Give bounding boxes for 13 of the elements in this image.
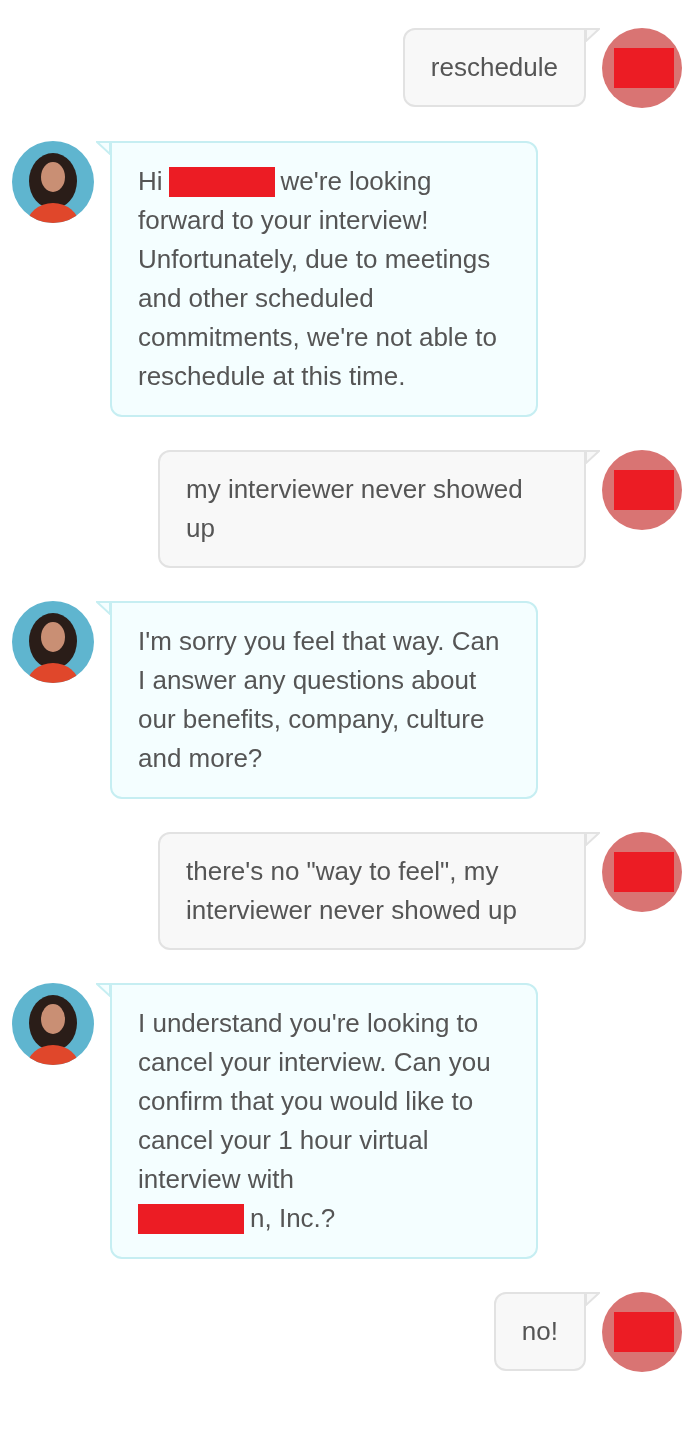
message-text: there's no "way to feel", my interviewer never showed up <box>186 855 518 927</box>
redaction-bar <box>614 1312 674 1352</box>
message-text: Hi <box>138 165 163 198</box>
redaction-bar <box>614 852 674 892</box>
message-text: reschedule <box>430 51 558 84</box>
message-text: forward to your interview! Unfortunately, due to meetings and other scheduled commitments, we're not able to reschedule at this time. <box>138 204 498 393</box>
message-text: my interviewer never showed up <box>186 473 524 545</box>
message-text: no! <box>521 1315 558 1348</box>
redaction-bar <box>614 48 674 88</box>
message-text: I'm sorry you feel that way. Can I answer any questions about our benefits, company, culture and more? <box>138 625 501 775</box>
redaction-bar <box>614 470 674 510</box>
message-text: we're looking <box>280 165 432 198</box>
message-text: n, Inc.? <box>250 1202 336 1235</box>
